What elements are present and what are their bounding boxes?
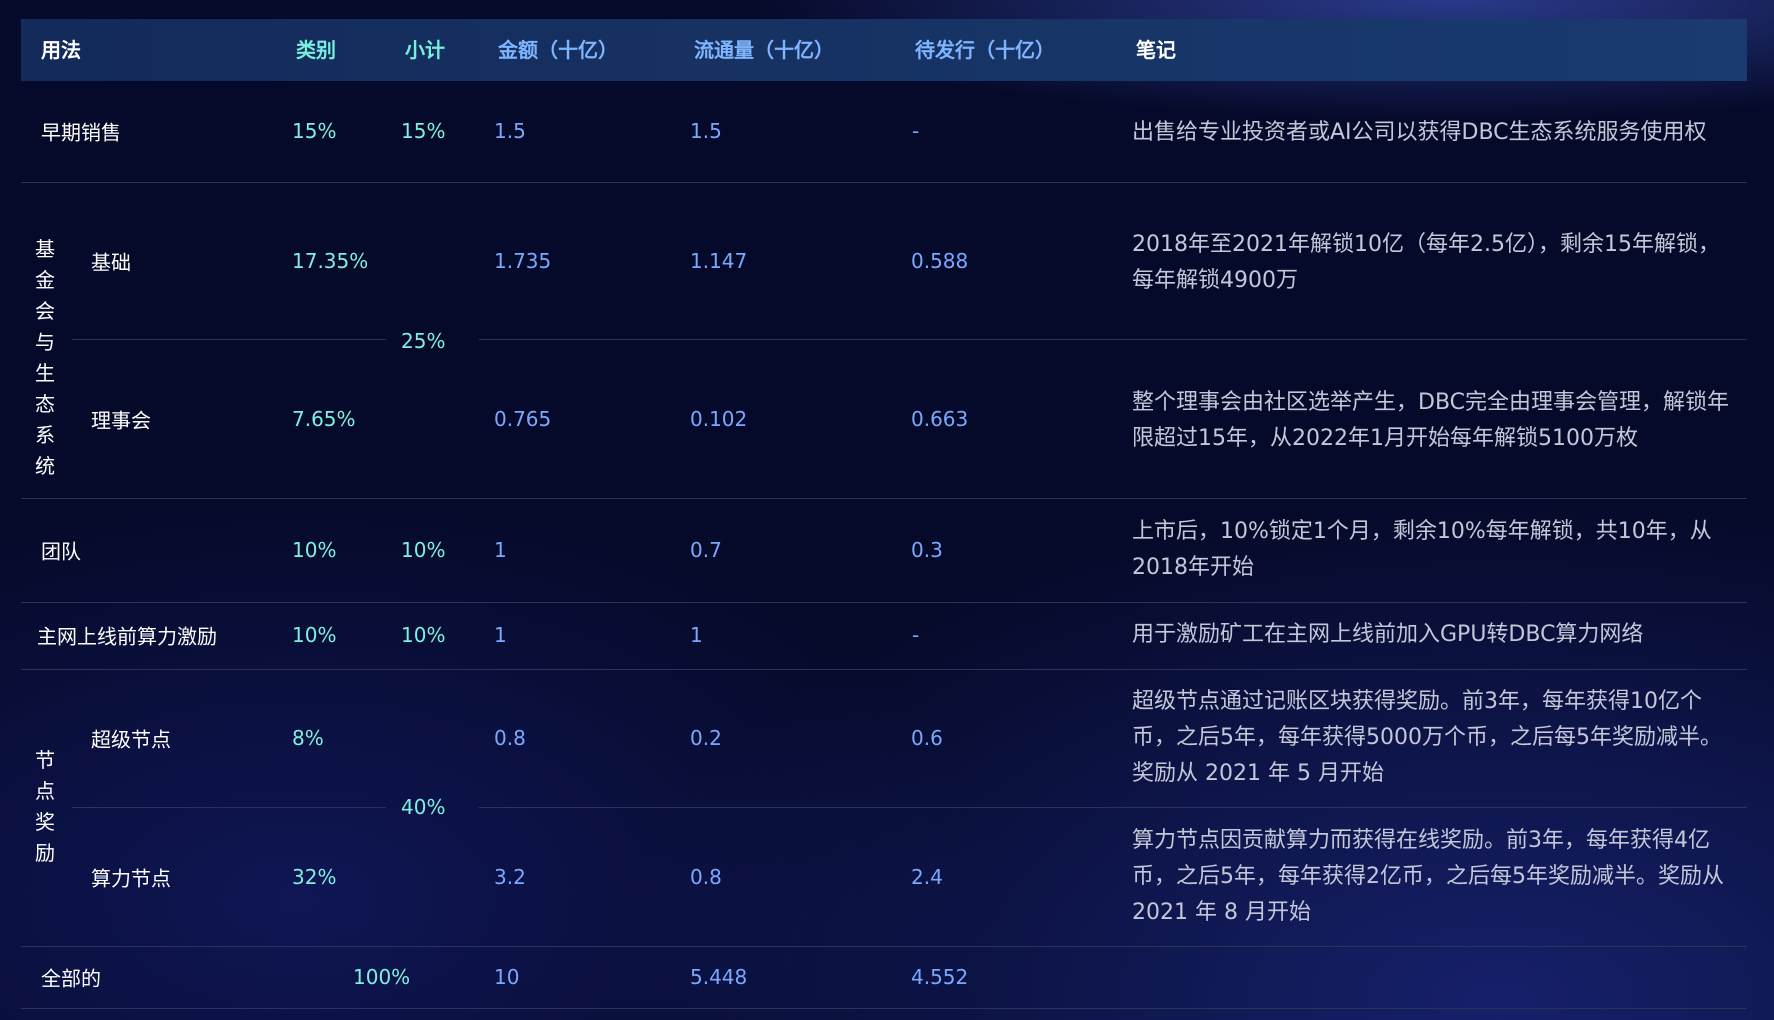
header-amount: 金额（十亿）	[498, 38, 618, 62]
category-cell: 10%	[292, 538, 337, 562]
group-label-node-rewards: 节 点 奖 励	[21, 745, 69, 869]
note-cell: 2018年至2021年解锁10亿（每年2.5亿），剩余15年解锁，每年解锁490…	[1132, 232, 1720, 293]
subtotal-cell: 10%	[401, 538, 446, 562]
group-label-char: 奖	[35, 810, 55, 834]
usage-cell: 团队	[41, 539, 81, 564]
group-label-char: 系	[35, 423, 55, 447]
usage-cell: 理事会	[91, 408, 151, 433]
amount-cell: 1.5	[494, 119, 526, 143]
category-cell: 7.65%	[292, 407, 356, 431]
note-cell: 超级节点通过记账区块获得奖励。前3年，每年获得10亿个币，之后5年，每年获得50…	[1132, 689, 1722, 786]
category-cell: 10%	[292, 623, 337, 647]
pending-cell: 4.552	[911, 965, 969, 989]
pending-cell: -	[912, 623, 920, 647]
group-label-char: 态	[35, 392, 55, 416]
group-label-char: 会	[35, 299, 55, 323]
pending-cell: 0.6	[911, 726, 943, 750]
category-cell: 8%	[292, 726, 324, 750]
header-category: 类别	[296, 38, 336, 62]
group-label-char: 点	[35, 779, 55, 803]
usage-cell: 基础	[91, 250, 131, 275]
group-label-char: 与	[35, 330, 55, 354]
subrow-divider	[479, 339, 1747, 340]
circulation-cell: 1.5	[690, 119, 722, 143]
subtotal-cell: 100%	[353, 965, 411, 989]
header-pending: 待发行（十亿）	[915, 38, 1055, 62]
circulation-cell: 5.448	[690, 965, 748, 989]
pending-cell: 0.588	[911, 249, 969, 273]
group-label-char: 金	[35, 268, 55, 292]
group-label-char: 统	[35, 454, 55, 478]
header-circulation: 流通量（十亿）	[694, 38, 834, 62]
row-divider	[21, 182, 1747, 183]
row-divider	[21, 669, 1747, 670]
circulation-cell: 0.8	[690, 865, 722, 889]
pending-cell: 0.3	[911, 538, 943, 562]
subtotal-cell: 10%	[401, 623, 446, 647]
note-cell: 出售给专业投资者或AI公司以获得DBC生态系统服务使用权	[1132, 120, 1707, 145]
group-label-char: 励	[35, 841, 55, 865]
note-cell: 用于激励矿工在主网上线前加入GPU转DBC算力网络	[1132, 622, 1644, 647]
subrow-divider	[72, 339, 386, 340]
header-subtotal: 小计	[405, 38, 445, 62]
row-divider	[21, 1008, 1747, 1009]
group-label-char: 节	[35, 748, 55, 772]
circulation-cell: 0.2	[690, 726, 722, 750]
category-cell: 17.35%	[292, 249, 369, 273]
circulation-cell: 1.147	[690, 249, 748, 273]
category-cell: 15%	[292, 119, 337, 143]
note-cell: 上市后，10%锁定1个月，剩余10%每年解锁，共10年，从2018年开始	[1132, 519, 1712, 580]
note-cell: 算力节点因贡献算力而获得在线奖励。前3年，每年获得4亿币，之后5年，每年获得2亿…	[1132, 828, 1724, 925]
amount-cell: 1.735	[494, 249, 552, 273]
amount-cell: 1	[494, 623, 507, 647]
amount-cell: 3.2	[494, 865, 526, 889]
group-subtotal-cell: 25%	[401, 329, 446, 353]
note-cell: 整个理事会由社区选举产生，DBC完全由理事会管理，解锁年限超过15年，从2022…	[1132, 390, 1730, 451]
usage-cell: 早期销售	[41, 120, 121, 145]
group-label-char: 基	[35, 237, 55, 261]
pending-cell: -	[912, 119, 920, 143]
subrow-divider	[479, 807, 1747, 808]
header-notes: 笔记	[1136, 38, 1176, 62]
usage-cell: 超级节点	[91, 727, 171, 752]
usage-cell: 算力节点	[91, 866, 171, 891]
group-label-foundation: 基 金 会 与 生 态 系 统	[21, 234, 69, 482]
table-header: 用法 类别 小计 金额（十亿） 流通量（十亿） 待发行（十亿） 笔记	[21, 19, 1747, 81]
circulation-cell: 0.102	[690, 407, 748, 431]
row-divider	[21, 946, 1747, 947]
subtotal-cell: 15%	[401, 119, 446, 143]
token-allocation-table: 用法 类别 小计 金额（十亿） 流通量（十亿） 待发行（十亿） 笔记 早期销售 …	[21, 19, 1747, 1009]
amount-cell: 0.765	[494, 407, 552, 431]
group-label-char: 生	[35, 361, 55, 385]
usage-cell: 全部的	[41, 966, 101, 991]
pending-cell: 0.663	[911, 407, 969, 431]
subrow-divider	[72, 807, 386, 808]
header-usage: 用法	[41, 38, 81, 62]
circulation-cell: 1	[690, 623, 703, 647]
row-divider	[21, 602, 1747, 603]
amount-cell: 0.8	[494, 726, 526, 750]
group-subtotal-cell: 40%	[401, 795, 446, 819]
amount-cell: 10	[494, 965, 520, 989]
category-cell: 32%	[292, 865, 337, 889]
circulation-cell: 0.7	[690, 538, 722, 562]
row-divider	[21, 498, 1747, 499]
usage-cell: 主网上线前算力激励	[37, 624, 217, 649]
pending-cell: 2.4	[911, 865, 943, 889]
amount-cell: 1	[494, 538, 507, 562]
